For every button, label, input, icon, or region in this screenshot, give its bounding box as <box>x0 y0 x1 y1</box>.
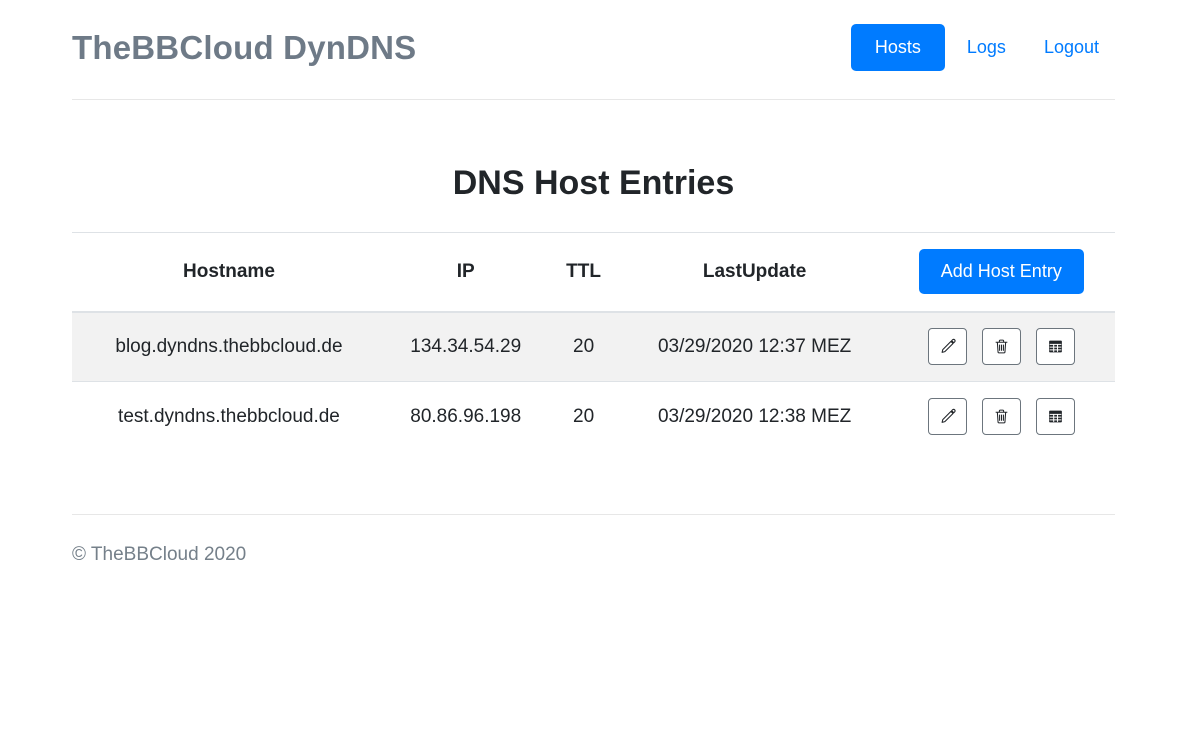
delete-button[interactable] <box>982 328 1021 365</box>
col-header-ttl: TTL <box>546 233 622 312</box>
copyright-text: © TheBBCloud 2020 <box>72 544 1115 566</box>
view-table-button[interactable] <box>1036 398 1075 435</box>
view-table-button[interactable] <box>1036 328 1075 365</box>
page-container: TheBBCloud DynDNS Hosts Logs Logout DNS … <box>72 0 1115 586</box>
nav-item-logs[interactable]: Logs <box>951 29 1022 66</box>
col-header-hostname: Hostname <box>72 233 386 312</box>
add-host-entry-button[interactable]: Add Host Entry <box>919 249 1084 294</box>
pencil-icon <box>939 408 956 425</box>
cell-ip: 80.86.96.198 <box>386 382 546 452</box>
nav-item-logout[interactable]: Logout <box>1028 29 1115 66</box>
col-header-ip: IP <box>386 233 546 312</box>
col-header-actions: Add Host Entry <box>888 233 1115 312</box>
edit-button[interactable] <box>928 398 967 435</box>
table-header: Hostname IP TTL LastUpdate Add Host Entr… <box>72 233 1115 312</box>
cell-lastupdate: 03/29/2020 12:37 MEZ <box>622 312 888 382</box>
cell-actions <box>888 312 1115 382</box>
cell-ip: 134.34.54.29 <box>386 312 546 382</box>
cell-hostname: blog.dyndns.thebbcloud.de <box>72 312 386 382</box>
delete-button[interactable] <box>982 398 1021 435</box>
site-footer: © TheBBCloud 2020 <box>72 514 1115 586</box>
table-row: blog.dyndns.thebbcloud.de 134.34.54.29 2… <box>72 312 1115 382</box>
trash-icon <box>993 338 1010 355</box>
cell-ttl: 20 <box>546 312 622 382</box>
cell-ttl: 20 <box>546 382 622 452</box>
page-title: DNS Host Entries <box>72 164 1115 203</box>
site-header: TheBBCloud DynDNS Hosts Logs Logout <box>72 0 1115 100</box>
dns-host-table: Hostname IP TTL LastUpdate Add Host Entr… <box>72 232 1115 452</box>
table-body: blog.dyndns.thebbcloud.de 134.34.54.29 2… <box>72 312 1115 452</box>
col-header-lastupdate: LastUpdate <box>622 233 888 312</box>
main-nav: Hosts Logs Logout <box>851 24 1115 71</box>
nav-item-hosts[interactable]: Hosts <box>851 24 945 71</box>
table-icon <box>1047 338 1064 355</box>
brand-title: TheBBCloud DynDNS <box>72 29 416 67</box>
table-row: test.dyndns.thebbcloud.de 80.86.96.198 2… <box>72 382 1115 452</box>
table-icon <box>1047 408 1064 425</box>
cell-lastupdate: 03/29/2020 12:38 MEZ <box>622 382 888 452</box>
edit-button[interactable] <box>928 328 967 365</box>
cell-actions <box>888 382 1115 452</box>
cell-hostname: test.dyndns.thebbcloud.de <box>72 382 386 452</box>
pencil-icon <box>939 338 956 355</box>
trash-icon <box>993 408 1010 425</box>
main-content: DNS Host Entries Hostname IP TTL LastUpd… <box>72 164 1115 452</box>
